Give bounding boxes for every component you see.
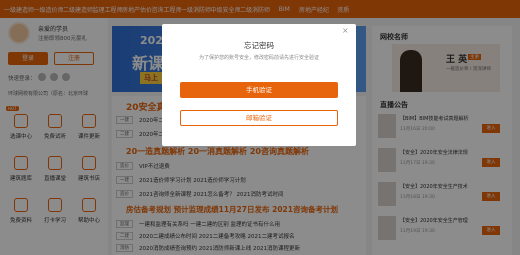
phone-verify-button[interactable]: 手机验证 xyxy=(180,82,338,98)
dialog-title: 忘记密码 xyxy=(244,41,274,50)
page: 一级建造师 一级造价师 二级建造师 监理工程师 房地产估价师 咨询工程师 一级消… xyxy=(0,0,520,255)
forgot-password-dialog: × 忘记密码 为了保护您的账号安全，修改密码前请先进行安全验证 手机验证 邮箱验… xyxy=(162,24,356,146)
close-icon[interactable]: × xyxy=(342,26,349,35)
email-verify-button[interactable]: 邮箱验证 xyxy=(180,110,338,126)
dialog-subtitle: 为了保护您的账号安全，修改密码前请先进行安全验证 xyxy=(198,55,319,61)
